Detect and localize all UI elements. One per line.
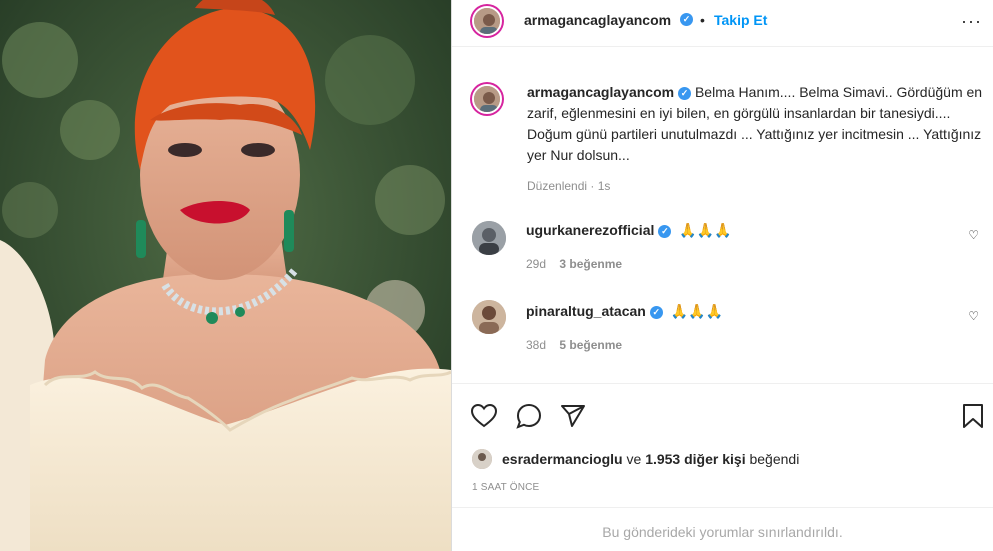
header-divider xyxy=(452,46,993,47)
likes-others[interactable]: 1.953 diğer kişi xyxy=(645,451,745,467)
caption-verified-icon: ✓ xyxy=(678,86,692,100)
liker-avatar[interactable] xyxy=(472,449,492,469)
author-avatar[interactable] xyxy=(472,6,502,36)
comment-1-text: 🙏🙏🙏 xyxy=(679,222,732,238)
follow-button[interactable]: Takip Et xyxy=(714,12,767,28)
more-options-icon[interactable]: ··· xyxy=(961,11,982,32)
comment-1-like-icon[interactable]: ♡ xyxy=(968,228,979,242)
comment-1-time: 29d xyxy=(526,257,547,271)
likes-suffix: beğendi xyxy=(749,451,800,467)
caption-meta: Düzenlendi · 1s xyxy=(527,179,611,193)
like-heart-icon[interactable] xyxy=(471,404,497,428)
caption-avatar-image xyxy=(474,86,500,112)
verified-badge-icon: ✓ xyxy=(680,13,693,26)
comment-2-time: 38d xyxy=(526,338,547,352)
author-username[interactable]: armagancaglayancom xyxy=(524,12,671,28)
post-photo[interactable] xyxy=(0,0,451,551)
liker-avatar-image xyxy=(472,449,492,469)
comment-2-username[interactable]: pinaraltug_atacan xyxy=(526,303,646,319)
comment-1-likes[interactable]: 3 beğenme xyxy=(559,257,622,271)
post-timestamp[interactable]: 1 SAAT ÖNCE xyxy=(472,482,539,493)
header-dot: • xyxy=(700,12,705,28)
comment-2-verified-icon: ✓ xyxy=(649,305,663,319)
comments-restricted-notice: Bu gönderideki yorumlar sınırlandırıldı. xyxy=(602,524,843,540)
comment-avatar-2-image xyxy=(472,300,506,334)
comment-1-verified-icon: ✓ xyxy=(658,224,672,238)
footer-divider xyxy=(452,507,993,508)
comment-2-text: 🙏🙏🙏 xyxy=(670,303,724,319)
comment-1: ugurkanerezofficial ✓ 🙏🙏🙏 29d 3 beğenme xyxy=(526,222,956,271)
post-caption: armagancaglayancom ✓ Belma Hanım.... Belm… xyxy=(527,82,987,197)
instagram-post-view: armagancaglayancom ✓ • Takip Et ··· arma… xyxy=(0,0,993,551)
caption-author-avatar[interactable] xyxy=(472,84,502,114)
comment-1-meta: 29d 3 beğenme xyxy=(526,257,956,271)
comment-avatar-1-image xyxy=(472,221,506,255)
comment-avatar-2[interactable] xyxy=(472,300,506,334)
comment-2: pinaraltug_atacan ✓ 🙏🙏🙏 38d 5 beğenme xyxy=(526,303,956,352)
comment-2-like-icon[interactable]: ♡ xyxy=(968,309,979,323)
comments-divider xyxy=(452,383,993,384)
caption-username[interactable]: armagancaglayancom xyxy=(527,84,674,100)
likes-summary: esradermancioglu ve 1.953 diğer kişi beğ… xyxy=(502,451,799,467)
comment-avatar-1[interactable] xyxy=(472,221,506,255)
share-icon[interactable] xyxy=(560,404,586,428)
comment-1-username[interactable]: ugurkanerezofficial xyxy=(526,222,654,238)
liker-username[interactable]: esradermancioglu xyxy=(502,451,623,467)
post-photo-illustration xyxy=(0,0,451,551)
author-avatar-image xyxy=(474,8,500,34)
likes-connector: ve xyxy=(626,451,642,467)
comment-2-meta: 38d 5 beğenme xyxy=(526,338,956,352)
bookmark-icon[interactable] xyxy=(962,404,984,428)
comment-2-likes[interactable]: 5 beğenme xyxy=(559,338,622,352)
post-details-panel: armagancaglayancom ✓ • Takip Et ··· arma… xyxy=(452,0,993,551)
post-header: armagancaglayancom ✓ • Takip Et ··· xyxy=(452,0,993,40)
comment-icon[interactable] xyxy=(516,403,542,429)
